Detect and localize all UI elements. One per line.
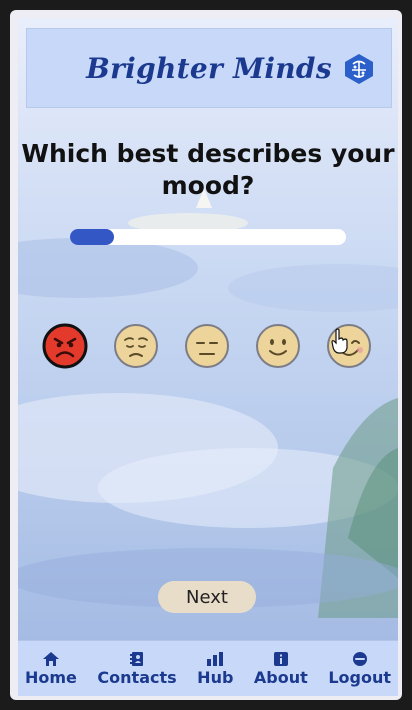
hub-icon <box>207 651 224 666</box>
nav-item-hub[interactable]: Hub <box>193 641 237 696</box>
nav-label-hub: Hub <box>197 667 234 687</box>
mood-happy-icon[interactable] <box>326 323 372 369</box>
progress-bar <box>70 229 346 245</box>
logout-icon <box>352 651 367 666</box>
nav-item-about[interactable]: About <box>250 641 312 696</box>
mood-sad-icon[interactable] <box>113 323 159 369</box>
nav-label-logout: Logout <box>328 667 391 687</box>
bottom-nav: Home Contacts Hub About Logout <box>18 640 398 696</box>
brain-logo-icon[interactable] <box>344 53 374 85</box>
contacts-icon <box>130 651 144 666</box>
app-screen: Brighter Minds Which best describes your… <box>18 18 398 696</box>
nav-label-home: Home <box>25 667 77 687</box>
progress-fill <box>70 229 115 245</box>
app-header: Brighter Minds <box>26 28 392 108</box>
mood-question: Which best describes your mood? <box>21 139 395 200</box>
mood-neutral-icon[interactable] <box>184 323 230 369</box>
mood-options <box>42 323 394 373</box>
info-icon <box>273 651 288 666</box>
mood-angry-icon[interactable] <box>42 323 88 369</box>
app-title: Brighter Minds <box>86 51 332 85</box>
mood-content-icon[interactable] <box>255 323 301 369</box>
nav-item-contacts[interactable]: Contacts <box>93 641 180 696</box>
nav-item-logout[interactable]: Logout <box>324 641 395 696</box>
nav-label-contacts: Contacts <box>97 667 177 687</box>
next-button[interactable]: Next <box>158 581 256 613</box>
home-icon <box>42 651 59 666</box>
nav-label-about: About <box>253 667 308 687</box>
nav-item-home[interactable]: Home <box>21 641 81 696</box>
